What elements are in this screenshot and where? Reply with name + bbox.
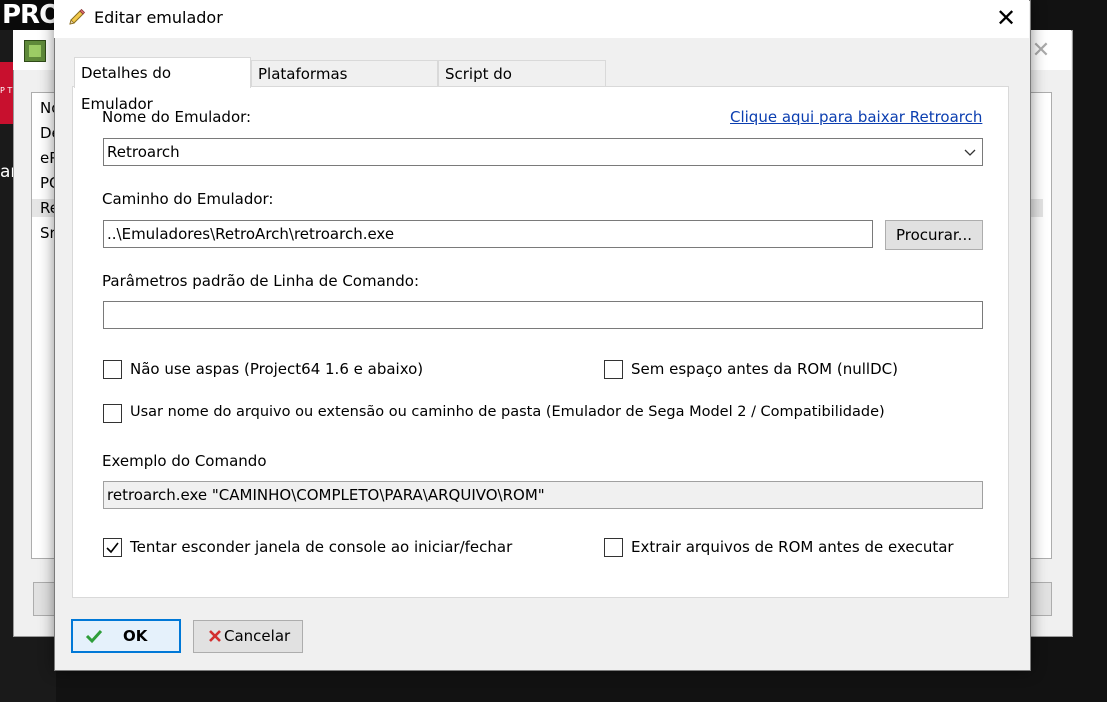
- tab-associated-platforms[interactable]: Plataformas Associadas: [251, 60, 438, 109]
- browse-button[interactable]: Procurar...: [885, 220, 983, 250]
- extract-rom-label: Extrair arquivos de ROM antes de executa…: [631, 538, 954, 556]
- command-line-params-label: Parâmetros padrão de Linha de Comando:: [102, 272, 420, 290]
- download-retroarch-link[interactable]: Clique aqui para baixar Retroarch: [730, 108, 982, 126]
- dialog-title: Editar emulador: [94, 8, 223, 27]
- tab-autohotkey-script[interactable]: Script do AutoHotkey: [438, 60, 606, 109]
- emulator-name-value: Retroarch: [107, 143, 180, 161]
- background-logo: PRO: [2, 0, 61, 30]
- background-close-icon[interactable]: ✕: [1028, 38, 1054, 64]
- ok-button-label: OK: [123, 627, 148, 645]
- emulator-path-label: Caminho do Emulador:: [102, 190, 274, 208]
- cancel-button[interactable]: Cancelar: [193, 620, 303, 653]
- command-line-params-input[interactable]: [103, 301, 983, 329]
- cancel-button-label: Cancelar: [224, 627, 291, 645]
- command-example-label: Exemplo do Comando: [102, 452, 267, 470]
- no-space-checkbox[interactable]: [604, 360, 623, 379]
- hide-console-label: Tentar esconder janela de console ao ini…: [130, 538, 513, 556]
- use-filename-checkbox[interactable]: [103, 404, 122, 423]
- x-icon: [209, 630, 221, 642]
- command-example-field: retroarch.exe "CAMINHO\COMPLETO\PARA\ARQ…: [103, 481, 983, 509]
- background-red-tag-text: P T: [0, 86, 13, 95]
- pencil-icon: [66, 8, 86, 28]
- emulator-name-select[interactable]: Retroarch: [103, 138, 983, 166]
- hide-console-checkbox[interactable]: [103, 538, 122, 557]
- emulator-name-label: Nome do Emulador:: [102, 108, 252, 126]
- check-icon: [85, 629, 103, 644]
- close-icon[interactable]: ✕: [992, 4, 1020, 32]
- emulator-path-input[interactable]: ..\Emuladores\RetroArch\retroarch.exe: [103, 220, 873, 248]
- tab-emulator-details[interactable]: Detalhes do Emulador: [74, 57, 251, 113]
- extract-rom-checkbox[interactable]: [604, 538, 623, 557]
- no-quotes-label: Não use aspas (Project64 1.6 e abaixo): [130, 360, 424, 378]
- ok-button[interactable]: OK: [71, 619, 181, 653]
- no-quotes-checkbox[interactable]: [103, 360, 122, 379]
- no-space-label: Sem espaço antes da ROM (nullDC): [631, 360, 898, 378]
- chevron-down-icon: [964, 149, 976, 156]
- use-filename-label: Usar nome do arquivo ou extensão ou cami…: [130, 404, 885, 420]
- checkmark-icon: [106, 542, 119, 554]
- chip-icon: [24, 40, 46, 62]
